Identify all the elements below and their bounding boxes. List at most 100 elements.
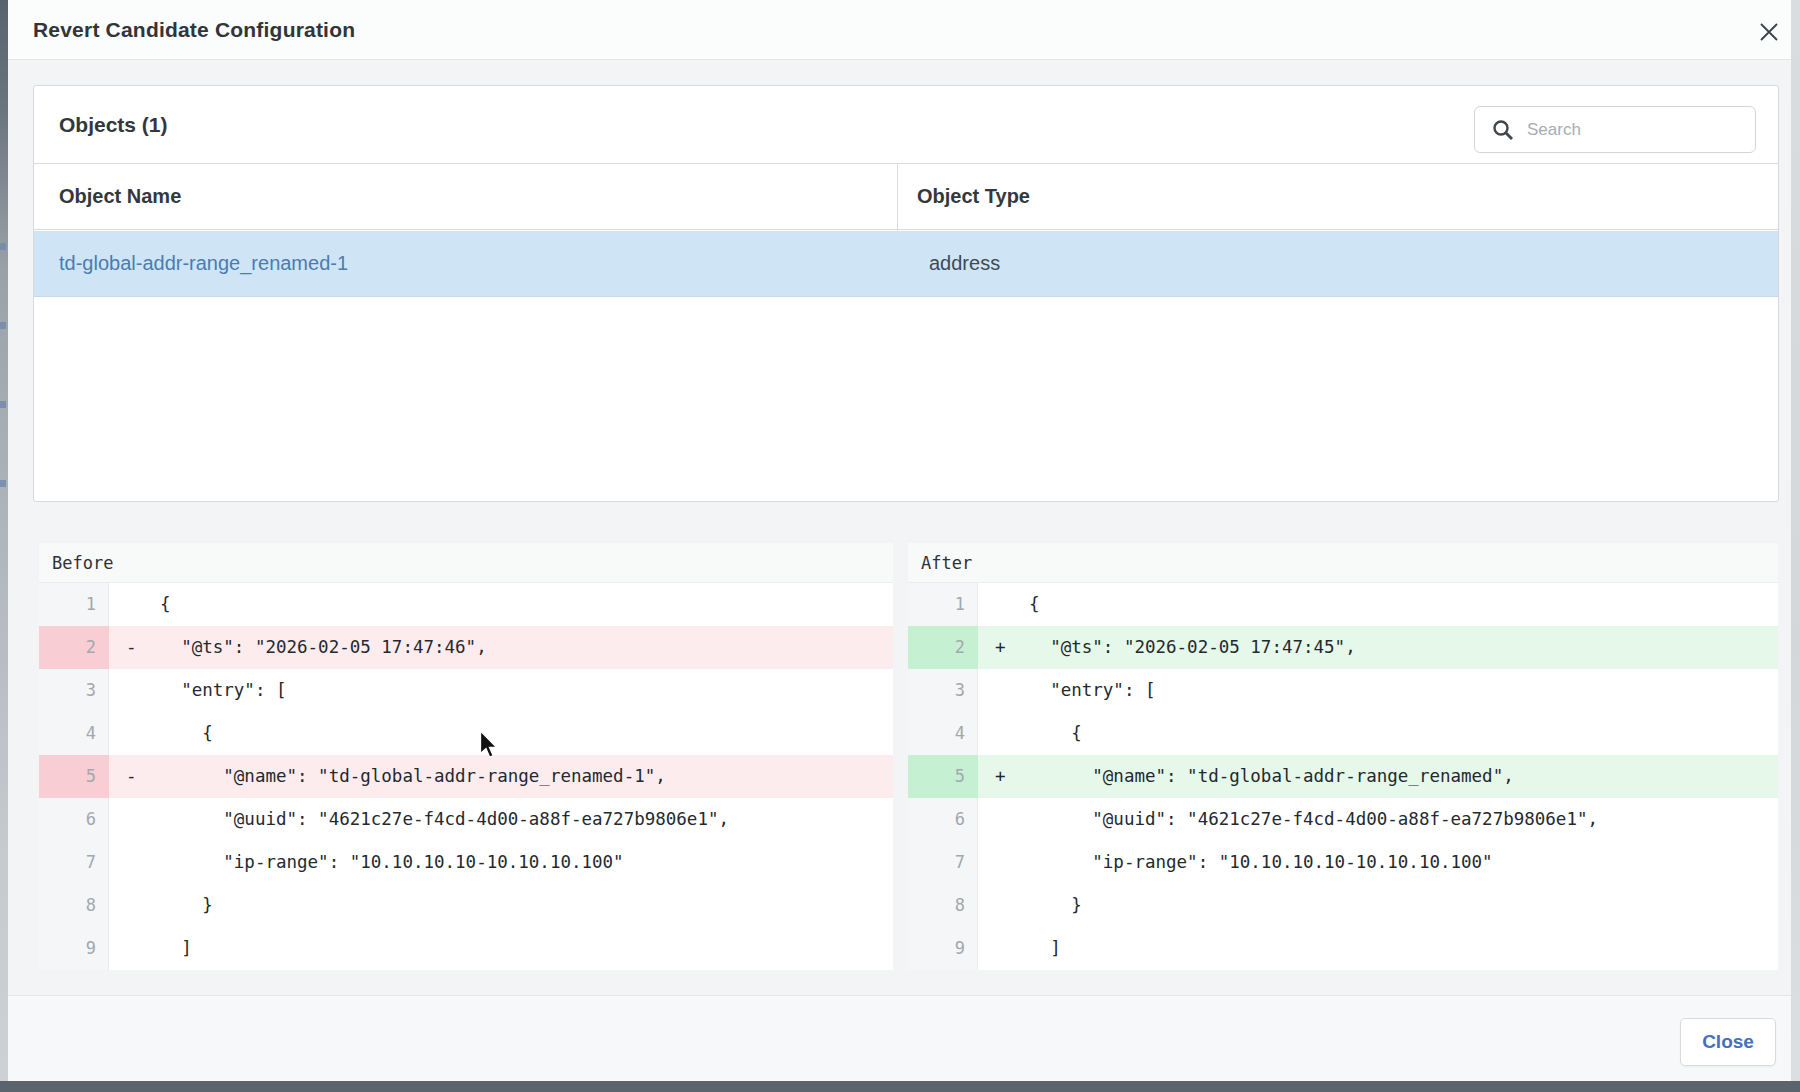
objects-panel-title: Objects (1) (59, 86, 168, 163)
line-number: 6 (39, 798, 109, 841)
line-number: 7 (39, 841, 109, 884)
diff-line: 7 "ip-range": "10.10.10.10-10.10.10.100" (39, 841, 893, 884)
diff-line: 6 "@uuid": "4621c27e-f4cd-4d00-a88f-ea72… (908, 798, 1778, 841)
diff-after-panel: After 1 {2+ "@ts": "2026-02-05 17:47:45"… (908, 543, 1778, 970)
line-number: 8 (39, 884, 109, 927)
code-text: ] (139, 927, 192, 970)
line-number: 1 (39, 583, 109, 626)
background-fragment (0, 480, 6, 487)
dialog-header: Revert Candidate Configuration (8, 0, 1791, 60)
column-header-object-type: Object Type (917, 164, 1030, 229)
diff-line: 5+ "@name": "td-global-addr-range_rename… (908, 755, 1778, 798)
diff-marker (109, 841, 139, 884)
object-type-cell: address (929, 231, 1000, 296)
diff-marker: - (109, 626, 139, 669)
close-button[interactable]: Close (1680, 1018, 1776, 1066)
line-number: 5 (908, 755, 978, 798)
line-number: 8 (908, 884, 978, 927)
diff-marker (109, 583, 139, 626)
diff-marker (978, 927, 1008, 970)
code-text: } (139, 884, 213, 927)
search-input[interactable] (1527, 108, 1747, 151)
diff-line: 8 } (39, 884, 893, 927)
code-text: "@ts": "2026-02-05 17:47:46", (139, 626, 487, 669)
diff-before-panel: Before 1 {2- "@ts": "2026-02-05 17:47:46… (39, 543, 893, 970)
dialog-footer: Close (8, 995, 1791, 1081)
diff-before-label: Before (39, 543, 893, 583)
line-number: 5 (39, 755, 109, 798)
background-fragment (0, 401, 6, 408)
code-text: "@ts": "2026-02-05 17:47:45", (1008, 626, 1356, 669)
diff-marker (978, 884, 1008, 927)
diff-line: 8 } (908, 884, 1778, 927)
column-header-object-name: Object Name (59, 164, 181, 229)
line-number: 1 (908, 583, 978, 626)
diff-line: 9 ] (908, 927, 1778, 970)
search-icon (1491, 118, 1515, 142)
diff-line: 9 ] (39, 927, 893, 970)
line-number: 2 (908, 626, 978, 669)
close-icon[interactable] (1758, 21, 1780, 43)
code-text: { (1008, 583, 1040, 626)
close-x-glyph (1758, 21, 1780, 43)
code-text: "ip-range": "10.10.10.10-10.10.10.100" (1008, 841, 1493, 884)
code-text: "@name": "td-global-addr-range_renamed-1… (139, 755, 666, 798)
background-fragment (0, 322, 6, 329)
diff-after-code: 1 {2+ "@ts": "2026-02-05 17:47:45",3 "en… (908, 583, 1778, 970)
code-text: { (139, 712, 213, 755)
diff-marker (109, 712, 139, 755)
diff-marker (109, 927, 139, 970)
diff-line: 2- "@ts": "2026-02-05 17:47:46", (39, 626, 893, 669)
diff-line: 7 "ip-range": "10.10.10.10-10.10.10.100" (908, 841, 1778, 884)
background-page-left-edge (0, 0, 8, 1081)
diff-line: 4 { (908, 712, 1778, 755)
diff-marker (978, 798, 1008, 841)
background-fragment (0, 243, 6, 250)
diff-line: 1 { (39, 583, 893, 626)
line-number: 4 (908, 712, 978, 755)
diff-marker: - (109, 755, 139, 798)
diff-marker (978, 841, 1008, 884)
diff-marker (978, 669, 1008, 712)
dialog-title: Revert Candidate Configuration (33, 0, 355, 60)
diff-line: 3 "entry": [ (908, 669, 1778, 712)
diff-marker (978, 712, 1008, 755)
search-box[interactable] (1474, 106, 1756, 153)
objects-table-header: Object Name Object Type (34, 163, 1778, 230)
object-row[interactable]: td-global-addr-range_renamed-1 address (34, 231, 1778, 297)
diff-line: 3 "entry": [ (39, 669, 893, 712)
line-number: 2 (39, 626, 109, 669)
screen: Revert Candidate Configuration Objects (… (0, 0, 1800, 1092)
line-number: 3 (908, 669, 978, 712)
code-text: "@name": "td-global-addr-range_renamed", (1008, 755, 1514, 798)
line-number: 9 (39, 927, 109, 970)
diff-marker (109, 884, 139, 927)
background-page-right-edge (1791, 0, 1800, 1081)
code-text: } (1008, 884, 1082, 927)
line-number: 4 (39, 712, 109, 755)
diff-marker (109, 669, 139, 712)
line-number: 9 (908, 927, 978, 970)
diff-marker: + (978, 755, 1008, 798)
code-text: "entry": [ (139, 669, 287, 712)
line-number: 6 (908, 798, 978, 841)
diff-line: 2+ "@ts": "2026-02-05 17:47:45", (908, 626, 1778, 669)
code-text: { (139, 583, 171, 626)
code-text: "ip-range": "10.10.10.10-10.10.10.100" (139, 841, 624, 884)
line-number: 3 (39, 669, 109, 712)
code-text: { (1008, 712, 1082, 755)
diff-line: 5- "@name": "td-global-addr-range_rename… (39, 755, 893, 798)
diff-marker (978, 583, 1008, 626)
diff-marker (109, 798, 139, 841)
diff-line: 1 { (908, 583, 1778, 626)
object-name-cell[interactable]: td-global-addr-range_renamed-1 (59, 231, 348, 296)
objects-panel: Objects (1) Object Name Object Type td-g… (33, 85, 1779, 502)
line-number: 7 (908, 841, 978, 884)
mouse-cursor (479, 730, 499, 760)
diff-after-label: After (908, 543, 1778, 583)
diff-line: 6 "@uuid": "4621c27e-f4cd-4d00-a88f-ea72… (39, 798, 893, 841)
diff-marker: + (978, 626, 1008, 669)
diff-before-code: 1 {2- "@ts": "2026-02-05 17:47:46",3 "en… (39, 583, 893, 970)
objects-table-body: td-global-addr-range_renamed-1 address (34, 231, 1778, 297)
code-text: "@uuid": "4621c27e-f4cd-4d00-a88f-ea727b… (139, 798, 729, 841)
